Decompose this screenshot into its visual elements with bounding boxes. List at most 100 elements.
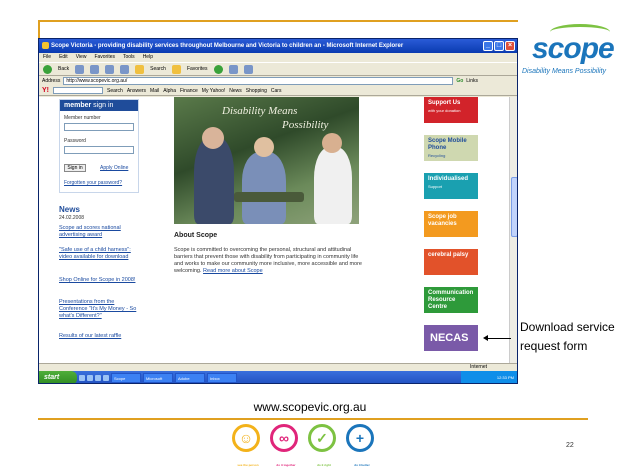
internet-zone: Internet (470, 364, 487, 370)
scrollbar-thumb[interactable] (511, 177, 517, 237)
minimize-button[interactable]: _ (483, 41, 493, 51)
window-title: Scope Victoria - providing disability se… (51, 43, 404, 49)
menu-view[interactable]: View (76, 53, 87, 62)
see-the-person-label: see the person (237, 463, 259, 467)
job-vacancies-label: Scope job vacancies (428, 214, 457, 227)
status-bar: Internet (39, 363, 517, 371)
address-bar: Address http://www.scopevic.org.au/ Go L… (39, 76, 517, 86)
system-tray-clock[interactable]: 12:33 PM (461, 371, 517, 383)
about-heading: About Scope (174, 232, 218, 239)
address-input[interactable]: http://www.scopevic.org.au/ (63, 77, 454, 85)
taskbar-task[interactable]: Inbox (207, 373, 237, 383)
do-it-together-icon: ∞ do it together (270, 424, 298, 467)
mobile-recycling-button[interactable]: Scope Mobile Phone Recycling (424, 135, 478, 161)
communication-centre-button[interactable]: Communication Resource Centre (424, 287, 478, 313)
support-us-button[interactable]: Support Us with your donation (424, 97, 478, 123)
apply-online-link[interactable]: Apply Online (100, 165, 128, 171)
individualised-label: Individualised (428, 176, 469, 182)
hero-person-right (314, 147, 352, 224)
do-it-right-label: do it right (317, 463, 331, 467)
refresh-icon[interactable] (105, 64, 115, 74)
vertical-scrollbar[interactable] (509, 97, 517, 363)
taskbar-task[interactable]: Microsoft (143, 373, 173, 383)
hero-person-left (194, 137, 234, 224)
links-label[interactable]: Links (466, 78, 478, 84)
back-label[interactable]: Back (58, 66, 69, 72)
menu-help[interactable]: Help (143, 53, 153, 62)
hero-person-left-head (202, 127, 224, 149)
yahoo-news[interactable]: News (229, 88, 242, 94)
read-more-link[interactable]: Read more about Scope (203, 268, 263, 274)
window-titlebar: Scope Victoria - providing disability se… (39, 39, 517, 53)
mail-icon[interactable] (228, 64, 238, 74)
cerebral-palsy-button[interactable]: cerebral palsy (424, 249, 478, 275)
annotation-text: Download service request form (520, 320, 615, 353)
quicklaunch-icon[interactable] (95, 375, 101, 381)
favorites-label[interactable]: Favorites (187, 66, 208, 72)
yahoo-myyahoo[interactable]: My Yahoo! (202, 88, 225, 94)
cerebral-palsy-label: cerebral palsy (428, 252, 469, 258)
history-icon[interactable] (213, 64, 223, 74)
member-signin-heading: member sign in (60, 100, 138, 111)
about-text: Scope is committed to overcoming the per… (174, 247, 369, 275)
hero-table (234, 192, 304, 202)
yahoo-shopping[interactable]: Shopping (246, 88, 267, 94)
close-button[interactable]: × (505, 41, 515, 51)
back-icon[interactable] (43, 64, 52, 74)
scope-logo: scope Disability Means Possibility (522, 22, 618, 82)
hero-person-middle-head (254, 137, 274, 157)
taskbar-task[interactable]: Scope (111, 373, 141, 383)
do-it-right-icon: ✓ do it right (308, 424, 336, 467)
yahoo-cars[interactable]: Cars (271, 88, 282, 94)
menu-edit[interactable]: Edit (59, 53, 68, 62)
hero-line-1: Disability Means (222, 105, 298, 117)
do-it-better-icon: + do it better (346, 424, 374, 467)
print-icon[interactable] (243, 64, 253, 74)
news-link-3[interactable]: Shop Online for Scope in 2008! (59, 277, 141, 284)
see-the-person-icon: ☺ see the person (232, 424, 260, 467)
logo-text: scope (532, 32, 615, 65)
yahoo-logo-icon[interactable]: Y! (42, 87, 49, 94)
news-link-1[interactable]: Scope ad scores national advertising awa… (59, 225, 141, 239)
member-number-input[interactable] (64, 123, 134, 131)
slide: scope Disability Means Possibility Scope… (0, 0, 620, 467)
favorites-icon[interactable] (171, 64, 181, 74)
menu-favorites[interactable]: Favorites (94, 53, 115, 62)
browser-window: Scope Victoria - providing disability se… (38, 38, 518, 384)
value-icons: ☺ see the person ∞ do it together ✓ do it r… (232, 424, 374, 467)
yahoo-alpha[interactable]: Alpha (163, 88, 176, 94)
signin-button[interactable]: Sign in (64, 164, 86, 172)
yahoo-finance[interactable]: Finance (180, 88, 198, 94)
individualised-support-button[interactable]: Individualised Support (424, 173, 478, 199)
news-link-2[interactable]: "Safe use of a child harness": video ava… (59, 247, 141, 261)
menu-file[interactable]: File (43, 53, 51, 62)
mobile-recycling-label: Scope Mobile Phone (428, 138, 467, 151)
menu-tools[interactable]: Tools (123, 53, 135, 62)
go-button[interactable]: Go (456, 78, 463, 84)
necas-label: NECAS (430, 332, 469, 344)
taskbar-task[interactable]: Adobe (175, 373, 205, 383)
quicklaunch-icon[interactable] (103, 375, 109, 381)
news-link-4[interactable]: Presentations from the Conference "It's … (59, 299, 141, 320)
maximize-button[interactable]: □ (494, 41, 504, 51)
start-button[interactable]: start (39, 371, 77, 383)
yahoo-answers[interactable]: Answers (127, 88, 146, 94)
home-icon[interactable] (120, 64, 130, 74)
yahoo-search[interactable]: Search (107, 88, 123, 94)
forward-icon[interactable] (75, 64, 85, 74)
browser-toolbar: Back Search Favorites (39, 62, 517, 76)
ie-icon (42, 42, 49, 49)
necas-button[interactable]: NECAS » (424, 325, 478, 364)
search-icon[interactable] (135, 64, 145, 74)
stop-icon[interactable] (90, 64, 100, 74)
news-link-5[interactable]: Results of our latest raffle (59, 333, 141, 340)
search-label[interactable]: Search (150, 66, 166, 72)
quicklaunch-icon[interactable] (79, 375, 85, 381)
forgotten-password-link[interactable]: Forgotten your password? (64, 180, 122, 186)
member-number-label: Member number (64, 115, 101, 121)
yahoo-mail[interactable]: Mail (150, 88, 159, 94)
password-input[interactable] (64, 146, 134, 154)
yahoo-search-input[interactable] (53, 87, 103, 94)
job-vacancies-button[interactable]: Scope job vacancies (424, 211, 478, 237)
quicklaunch-icon[interactable] (87, 375, 93, 381)
